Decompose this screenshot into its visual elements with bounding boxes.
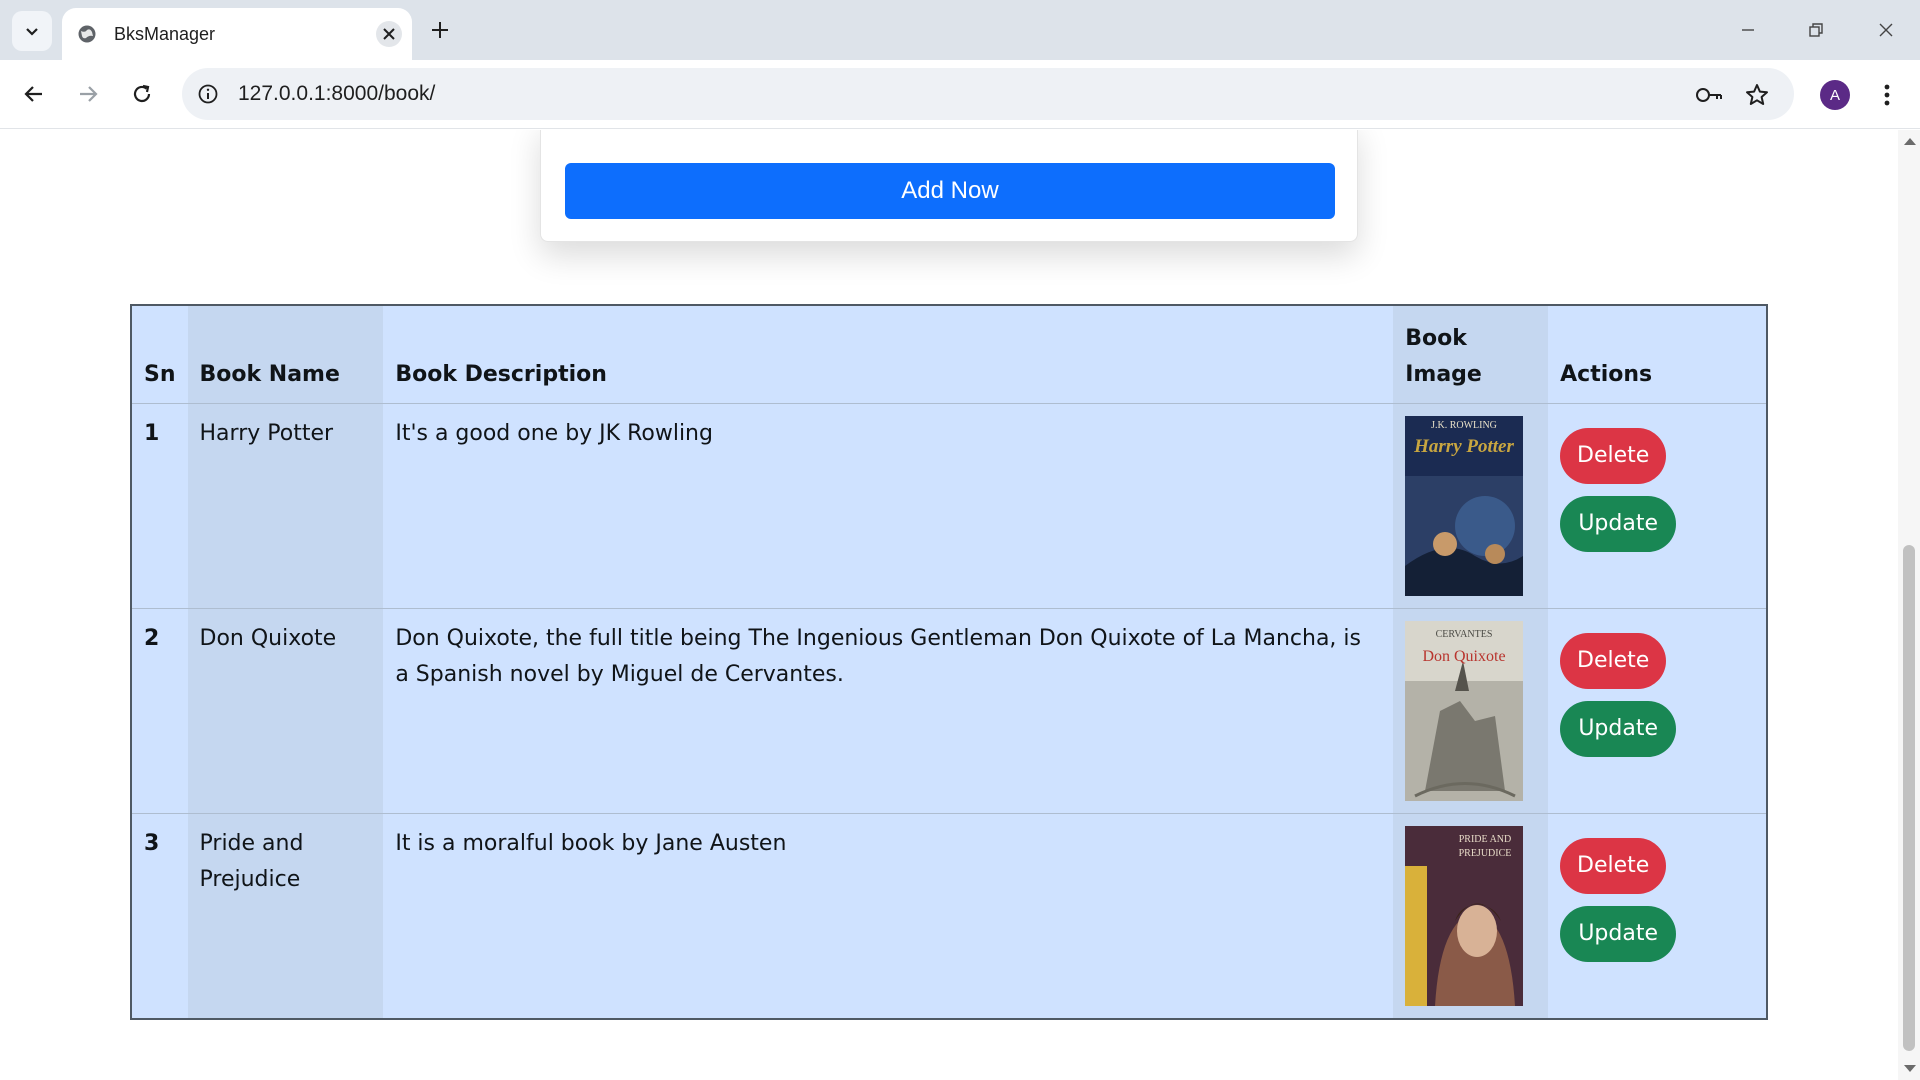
delete-button[interactable]: Delete — [1560, 837, 1667, 894]
row-book-description: It is a moralful book by Jane Austen — [395, 830, 787, 856]
header-book-description: Book Description — [395, 361, 607, 387]
row-book-name: Pride and Prejudice — [187, 813, 384, 1019]
close-window-button[interactable] — [1862, 10, 1910, 50]
table-row: 1 Harry Potter It's a good one by JK Row… — [131, 403, 1767, 608]
update-button[interactable]: Update — [1560, 700, 1677, 757]
tab-title: BksManager — [114, 23, 216, 44]
forward-button[interactable] — [68, 74, 108, 114]
svg-text:PREJUDICE: PREJUDICE — [1459, 848, 1512, 859]
row-sn: 3 — [144, 830, 160, 856]
table-row: 2 Don Quixote Don Quixote, the full titl… — [131, 608, 1767, 813]
tab-search-button[interactable] — [12, 11, 52, 51]
row-book-name: Don Quixote — [187, 608, 384, 813]
browser-toolbar: 127.0.0.1:8000/book/ A — [0, 60, 1920, 129]
svg-text:Don Quixote: Don Quixote — [1423, 648, 1506, 665]
row-book-image-cell: CERVANTES Don Quixote — [1393, 608, 1549, 813]
new-tab-button[interactable] — [424, 14, 456, 46]
reload-button[interactable] — [122, 74, 162, 114]
restore-icon — [1809, 23, 1823, 37]
add-book-form-card: Add Now — [540, 130, 1358, 242]
row-actions: Delete Update — [1548, 403, 1767, 608]
svg-text:CERVANTES: CERVANTES — [1436, 629, 1493, 640]
row-sn: 2 — [144, 625, 160, 651]
book-cover-image: J.K. ROWLING Harry Potter — [1405, 415, 1524, 596]
back-arrow-icon — [24, 86, 42, 102]
header-book-image: Book Image — [1393, 305, 1549, 403]
row-book-description: It's a good one by JK Rowling — [395, 420, 713, 446]
kebab-menu-icon — [1884, 84, 1890, 106]
header-actions: Actions — [1560, 361, 1653, 387]
svg-text:Harry Potter: Harry Potter — [1413, 436, 1514, 457]
scroll-down-arrow-icon[interactable] — [1904, 1065, 1916, 1072]
update-button[interactable]: Update — [1560, 495, 1677, 552]
book-cover-image: CERVANTES Don Quixote — [1405, 620, 1524, 801]
close-icon — [1879, 23, 1893, 37]
header-sn: Sn — [144, 361, 176, 387]
restore-button[interactable] — [1792, 10, 1840, 50]
row-book-description: Don Quixote, the full title being The In… — [395, 625, 1361, 687]
row-book-image-cell: PRIDE AND PREJUDICE — [1393, 813, 1549, 1019]
row-actions: Delete Update — [1548, 813, 1767, 1019]
scrollbar-thumb[interactable] — [1903, 545, 1915, 1051]
chevron-down-icon — [26, 28, 38, 36]
books-table: Sn Book Name Book Description Book Image… — [130, 304, 1768, 1020]
page-viewport: Add Now Sn Book Name Book Description Bo… — [0, 130, 1898, 1080]
svg-text:PRIDE AND: PRIDE AND — [1459, 834, 1512, 845]
row-sn: 1 — [144, 420, 160, 446]
password-key-icon[interactable] — [1694, 80, 1724, 110]
address-bar[interactable]: 127.0.0.1:8000/book/ — [182, 68, 1794, 120]
browser-tabstrip: BksManager — [0, 0, 1920, 60]
reload-icon — [133, 84, 151, 103]
row-actions: Delete Update — [1548, 608, 1767, 813]
globe-icon — [76, 23, 98, 45]
url-text[interactable]: 127.0.0.1:8000/book/ — [238, 82, 435, 106]
delete-button[interactable]: Delete — [1560, 427, 1667, 484]
update-button[interactable]: Update — [1560, 905, 1677, 962]
minimize-button[interactable] — [1724, 10, 1772, 50]
close-icon — [383, 28, 395, 40]
delete-button[interactable]: Delete — [1560, 632, 1667, 689]
bookmark-star-icon[interactable] — [1742, 80, 1772, 110]
table-row: 3 Pride and Prejudice It is a moralful b… — [131, 813, 1767, 1019]
header-book-name: Book Name — [187, 305, 384, 403]
add-now-button[interactable]: Add Now — [565, 163, 1335, 219]
row-book-name: Harry Potter — [187, 403, 384, 608]
browser-menu-button[interactable] — [1872, 78, 1902, 112]
browser-tab[interactable]: BksManager — [62, 8, 412, 60]
table-header-row: Sn Book Name Book Description Book Image… — [131, 305, 1767, 403]
close-tab-button[interactable] — [376, 21, 402, 47]
row-book-image-cell: J.K. ROWLING Harry Potter — [1393, 403, 1549, 608]
profile-avatar[interactable]: A — [1820, 80, 1850, 110]
minimize-icon — [1742, 29, 1754, 31]
site-info-icon[interactable] — [194, 80, 222, 108]
back-button[interactable] — [14, 74, 54, 114]
page-scrollbar[interactable] — [1898, 130, 1920, 1080]
plus-icon — [432, 22, 448, 38]
svg-text:J.K. ROWLING: J.K. ROWLING — [1431, 420, 1497, 431]
book-cover-image: PRIDE AND PREJUDICE — [1405, 825, 1524, 1006]
scroll-up-arrow-icon[interactable] — [1904, 138, 1916, 145]
forward-arrow-icon — [80, 86, 98, 102]
